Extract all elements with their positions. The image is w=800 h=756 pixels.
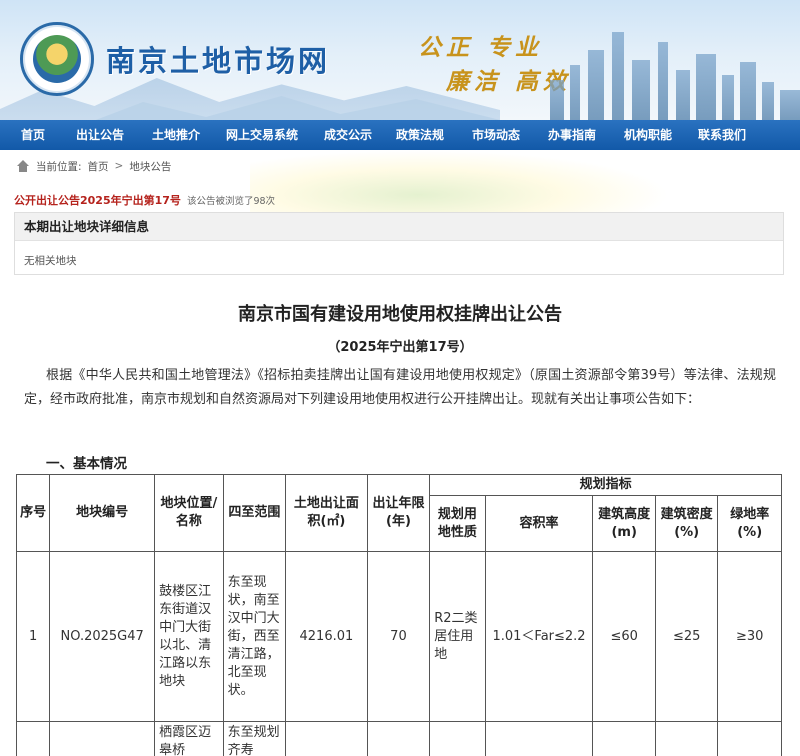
nav-item-market-news[interactable]: 市场动态	[462, 120, 538, 150]
breadcrumb-label: 当前位置:	[36, 160, 82, 173]
nav-item-contact[interactable]: 联系我们	[688, 120, 770, 150]
document-title: 南京市国有建设用地使用权挂牌出让公告	[238, 304, 562, 325]
site-title[interactable]: 南京土地市场网	[106, 38, 330, 80]
breadcrumb-separator: >	[114, 160, 124, 172]
cell-area	[285, 721, 368, 756]
header-use: 规划用地性质	[429, 495, 486, 552]
header-location: 地块位置/名称	[154, 474, 224, 552]
document-subtitle: （2025年宁出第17号）	[327, 340, 473, 355]
document-intro-paragraph: 根据《中华人民共和国土地管理法》《招标拍卖挂牌出让国有建设用地使用权规定》（原国…	[24, 368, 776, 407]
header-bounds: 四至范围	[222, 474, 287, 552]
land-parcel-table: 序号 地块编号 地块位置/名称 四至范围 土地出让面积(㎡) 出让年限(年) 规…	[15, 474, 782, 756]
cell-density: ≤25	[654, 551, 719, 722]
nav-item-announcements[interactable]: 出让公告	[66, 120, 142, 150]
nav-item-land-promotion[interactable]: 土地推介	[142, 120, 216, 150]
header-area: 土地出让面积(㎡)	[285, 474, 368, 552]
panel-body: 无相关地块	[24, 255, 77, 267]
cell-bounds: 东至现状，南至汉中门大街，西至清江路，北至现状。	[222, 551, 287, 722]
cell-seq	[15, 721, 51, 756]
cell-code	[49, 721, 156, 756]
nav-items: 首页 出让公告 土地推介 网上交易系统 成交公示 政策法规 市场动态 办事指南 …	[0, 120, 770, 150]
cell-far	[484, 721, 594, 756]
cell-location: 鼓楼区江东街道汉中门大街以北、清江路以东地块	[154, 551, 224, 722]
notice-header: 公开出让公告2025年宁出第17号 该公告被浏览了98次	[14, 192, 275, 208]
logo-emblem-icon	[33, 35, 81, 83]
table-row: 1 NO.2025G47 鼓楼区江东街道汉中门大街以北、清江路以东地块 东至现状…	[15, 551, 782, 722]
cell-seq: 1	[15, 551, 51, 722]
breadcrumb-home-link[interactable]: 首页	[88, 159, 109, 174]
site-logo[interactable]	[20, 22, 94, 96]
home-icon	[16, 160, 30, 172]
cell-height	[592, 721, 656, 756]
breadcrumb: 当前位置: 首页 > 地块公告	[16, 157, 171, 175]
header-code: 地块编号	[49, 474, 156, 552]
nav-item-online-trading[interactable]: 网上交易系统	[216, 120, 314, 150]
section-heading: 一、基本情况	[46, 456, 127, 472]
nav-item-guide[interactable]: 办事指南	[538, 120, 614, 150]
cell-height: ≤60	[592, 551, 656, 722]
cell-code: NO.2025G47	[49, 551, 156, 722]
main-nav: 首页 出让公告 土地推介 网上交易系统 成交公示 政策法规 市场动态 办事指南 …	[0, 120, 800, 150]
nav-item-deal-publicity[interactable]: 成交公示	[314, 120, 386, 150]
header-height: 建筑高度(m)	[592, 495, 656, 552]
nav-item-functions[interactable]: 机构职能	[614, 120, 688, 150]
city-skyline-image	[400, 20, 800, 120]
cell-use	[429, 721, 486, 756]
view-count: 该公告被浏览了98次	[186, 196, 276, 207]
notice-title: 公开出让公告2025年宁出第17号	[14, 194, 181, 207]
header-planning: 规划指标	[429, 474, 782, 496]
breadcrumb-current[interactable]: 地块公告	[129, 159, 171, 174]
header-term: 出让年限(年)	[366, 474, 431, 552]
cell-green: ≥30	[717, 551, 782, 722]
cell-far: 1.01＜Far≤2.2	[484, 551, 594, 722]
header-density: 建筑密度(%)	[654, 495, 719, 552]
nav-item-home[interactable]: 首页	[0, 120, 66, 150]
cell-use: R2二类居住用地	[429, 551, 486, 722]
plot-detail-panel: 本期出让地块详细信息 无相关地块	[14, 212, 784, 275]
cell-area: 4216.01	[285, 551, 368, 722]
table-row: 栖霞区迈皋桥 东至规划齐寿	[15, 721, 782, 756]
cell-term	[366, 721, 431, 756]
panel-title: 本期出让地块详细信息	[15, 213, 783, 241]
header-seq: 序号	[15, 474, 51, 552]
cell-density	[654, 721, 719, 756]
header-far: 容积率	[484, 495, 594, 552]
nav-item-policies[interactable]: 政策法规	[386, 120, 462, 150]
cell-bounds: 东至规划齐寿	[222, 721, 287, 756]
cell-term: 70	[366, 551, 431, 722]
cell-green	[717, 721, 782, 756]
cell-location: 栖霞区迈皋桥	[154, 721, 224, 756]
header-banner: 南京土地市场网 公正 专业 廉洁 高效	[0, 0, 800, 120]
header-green: 绿地率(%)	[717, 495, 782, 552]
